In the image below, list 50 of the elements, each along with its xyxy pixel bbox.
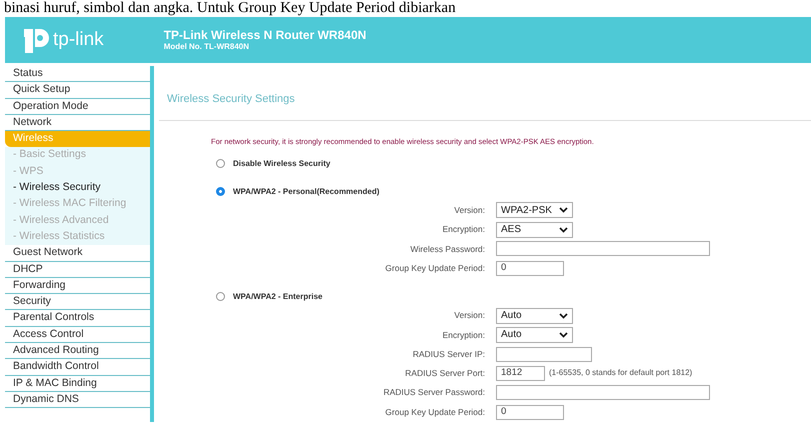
field-label: Group Key Update Period: [384,262,486,275]
sidebar-item[interactable]: Quick Setup [5,82,150,99]
sidebar-item[interactable]: Access Control [5,326,150,344]
radio-button[interactable] [216,159,225,168]
select-field[interactable]: Auto [496,308,573,324]
select-field[interactable]: Auto [496,326,573,343]
option-label: Disable Wireless Security [233,158,330,170]
input-field[interactable]: 1812 [496,366,545,381]
sidebar-item[interactable]: DHCP [5,262,150,278]
sidebar-subitem[interactable]: - Wireless Security [5,180,150,196]
option-label: WPA/WPA2 - Personal(Recommended) [233,186,380,198]
sidebar-item[interactable]: Advanced Routing [5,343,150,360]
sidebar-item[interactable]: IP & MAC Binding [5,376,150,392]
field-label: Wireless Password: [409,242,486,256]
sidebar-item[interactable]: Status [5,66,150,82]
field-label: RADIUS Server IP: [412,348,486,361]
document-text: binasi huruf, simbol dan angka. Untuk Group Key Update Period dibiarkan [3,0,457,17]
sidebar-item[interactable]: Operation Mode [5,98,150,115]
field-label: Encryption: [441,223,486,236]
model-number: Model No. TL-WR840N [164,42,250,52]
caret-icon [559,312,568,319]
input-field[interactable] [496,385,710,400]
sidebar-item[interactable]: Bandwidth Control [5,359,150,376]
field-label: RADIUS Server Port: [404,367,486,380]
input-field[interactable]: 0 [496,404,564,420]
field-label: Encryption: [441,328,486,342]
field-label: Version: [453,309,486,322]
radio-button[interactable] [216,292,225,302]
sidebar-item[interactable]: Parental Controls [5,310,150,327]
field-label: RADIUS Server Password: [382,386,486,400]
port-hint: (1-65535, 0 stands for default port 1812) [549,367,692,380]
select-field[interactable]: AES [496,222,573,238]
router-title: TP-Link Wireless N Router WR840N [164,28,366,42]
input-field[interactable] [496,346,592,362]
option-label: WPA/WPA2 - Enterprise [233,290,322,303]
select-field[interactable]: WPA2-PSK [496,202,573,218]
sidebar-item[interactable]: Forwarding [5,278,150,294]
sidebar-item[interactable]: Dynamic DNS [5,392,150,408]
input-field[interactable] [496,241,710,256]
sidebar-item[interactable]: Guest Network [5,245,150,262]
field-label: Version: [453,204,486,217]
sidebar-item[interactable]: Security [5,294,150,310]
radio-button[interactable] [216,187,225,196]
caret-icon [559,207,568,214]
logo-text: tp-link [53,28,104,52]
caret-icon [559,226,568,233]
field-label: Group Key Update Period: [384,406,486,418]
caret-icon [559,332,568,338]
section-title: Wireless Security Settings [167,92,296,107]
input-field[interactable]: 0 [496,260,564,276]
